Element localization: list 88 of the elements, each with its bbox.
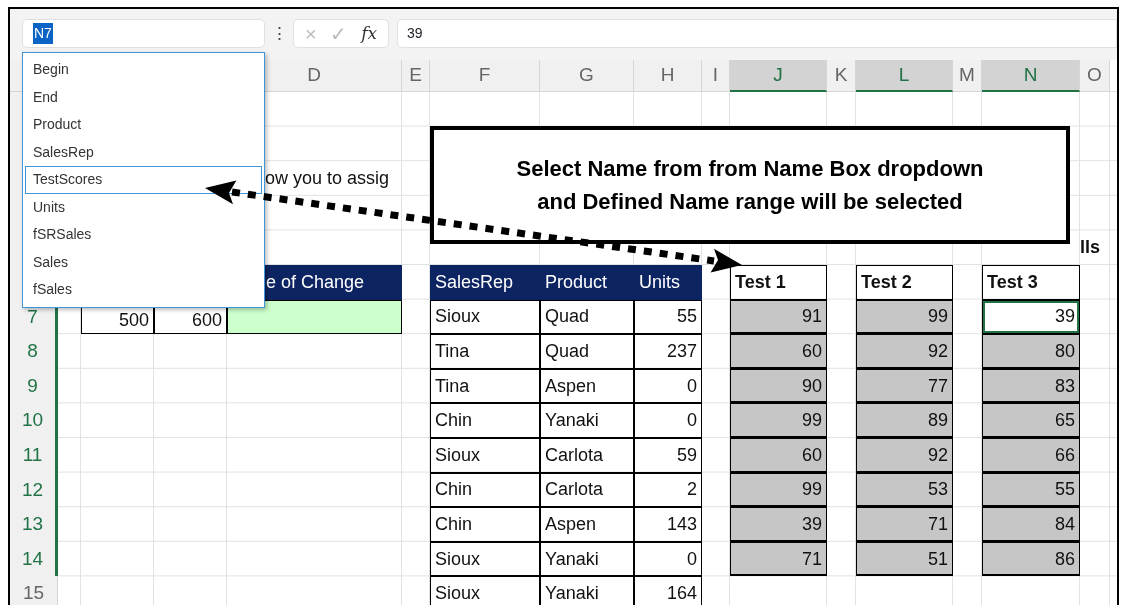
table-cell: Yanaki [540, 576, 634, 605]
dropdown-item[interactable]: TestScores [25, 166, 262, 194]
table-cell: Tina [430, 368, 540, 404]
table-header: Test 3 [982, 264, 1080, 300]
table-cell: 237 [634, 334, 702, 369]
table-cell[interactable]: 99 [856, 299, 953, 335]
row-header[interactable]: 12 [10, 472, 58, 508]
dropdown-item[interactable]: Product [25, 111, 262, 139]
row-header[interactable]: 13 [10, 507, 58, 542]
table-cell[interactable]: 91 [730, 299, 827, 335]
table-cell: Chin [430, 507, 540, 542]
table-cell: Carlota [540, 437, 634, 473]
callout-text: Select Name from from Name Box dropdown and Defined Name range will be selected [516, 155, 984, 216]
table-cell[interactable]: 60 [730, 437, 827, 473]
table-cell: 59 [634, 437, 702, 473]
table-cell[interactable]: 65 [982, 403, 1080, 438]
table-cell: 0 [634, 403, 702, 438]
row-header[interactable]: 11 [10, 437, 58, 473]
column-header[interactable]: E [402, 60, 430, 92]
table-cell: Quad [540, 299, 634, 335]
column-header[interactable]: J [730, 60, 827, 92]
table-cell: Chin [430, 403, 540, 438]
row-header[interactable]: 14 [10, 541, 58, 577]
table-cell: Yanaki [540, 403, 634, 438]
table-cell[interactable]: 39 [730, 507, 827, 542]
table-cell: 2 [634, 472, 702, 508]
table-cell[interactable]: 83 [982, 368, 1080, 404]
column-header[interactable]: I [702, 60, 730, 92]
table-header: Test 2 [856, 264, 953, 300]
table-header: Units [634, 264, 702, 300]
table-header: Test 1 [730, 264, 827, 300]
table-cell[interactable]: 92 [856, 437, 953, 473]
table-cell: Chin [430, 472, 540, 508]
formula-input[interactable]: 39 [397, 19, 1117, 48]
table-cell[interactable]: 51 [856, 541, 953, 577]
row-header[interactable]: 15 [10, 576, 58, 605]
table-cell[interactable]: 80 [982, 334, 1080, 369]
table-cell: 55 [634, 299, 702, 335]
table-cell[interactable]: 60 [730, 334, 827, 369]
dropdown-item[interactable]: Units [25, 193, 262, 221]
column-header[interactable]: F [430, 60, 540, 92]
table-cell[interactable]: 84 [982, 507, 1080, 542]
column-header[interactable]: L [856, 60, 953, 92]
table-cell[interactable]: 77 [856, 368, 953, 404]
table-cell: 0 [634, 368, 702, 404]
table-cell: Sioux [430, 437, 540, 473]
table-cell: 0 [634, 541, 702, 577]
table-cell: Carlota [540, 472, 634, 508]
dropdown-item[interactable]: SalesRep [25, 138, 262, 166]
table-cell: 164 [634, 576, 702, 605]
column-header[interactable]: K [827, 60, 856, 92]
table-cell: Aspen [540, 368, 634, 404]
table-cell[interactable]: 55 [982, 472, 1080, 508]
table-cell[interactable]: 53 [856, 472, 953, 508]
table-cell: Tina [430, 334, 540, 369]
table-cell[interactable]: 99 [730, 472, 827, 508]
table-cell: Sioux [430, 576, 540, 605]
column-header[interactable]: G [540, 60, 634, 92]
table-cell[interactable]: 90 [730, 368, 827, 404]
table-cell[interactable]: 71 [730, 541, 827, 577]
table-header: Product [540, 264, 634, 300]
cell-text: ow you to assig [264, 167, 391, 190]
row-header[interactable]: 8 [10, 334, 58, 369]
table-cell: Quad [540, 334, 634, 369]
column-header[interactable]: N [982, 60, 1080, 92]
table-cell[interactable]: 71 [856, 507, 953, 542]
table-cell[interactable]: 89 [856, 403, 953, 438]
row-header[interactable]: 9 [10, 368, 58, 404]
table-cell: 143 [634, 507, 702, 542]
dropdown-item[interactable]: fSRSales [25, 221, 262, 249]
column-header[interactable]: M [953, 60, 982, 92]
table-header: SalesRep [430, 264, 540, 300]
table-cell[interactable]: 92 [856, 334, 953, 369]
insert-function-button[interactable]: fx [361, 20, 378, 47]
table-cell: Sioux [430, 299, 540, 335]
column-header[interactable]: H [634, 60, 702, 92]
table-cell[interactable]: 99 [730, 403, 827, 438]
table-cell: Sioux [430, 541, 540, 577]
table-cell: Aspen [540, 507, 634, 542]
row-header[interactable]: 10 [10, 403, 58, 438]
column-header[interactable]: O [1080, 60, 1110, 92]
table-cell[interactable]: 86 [982, 541, 1080, 577]
cell-text: lls [1080, 236, 1101, 260]
name-box[interactable]: N7 [22, 19, 265, 48]
table-cell[interactable]: 39 [982, 299, 1080, 335]
table-cell: Yanaki [540, 541, 634, 577]
table-cell[interactable]: 66 [982, 437, 1080, 473]
more-options-icon[interactable]: ⋮ [265, 19, 293, 48]
